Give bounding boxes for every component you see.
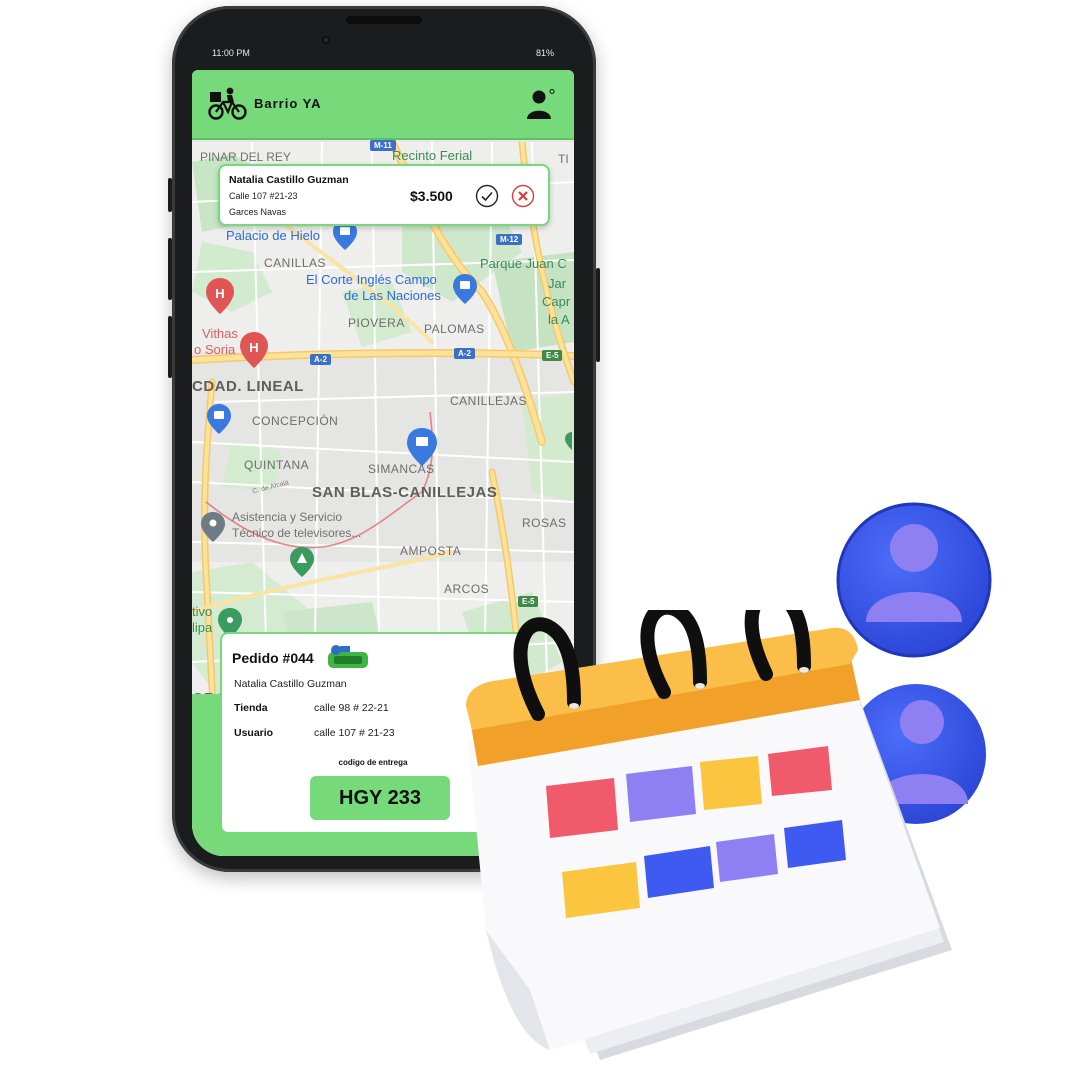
map-label-soria: o Soria	[194, 342, 236, 357]
incoming-order-card[interactable]: Natalia Castillo Guzman Calle 107 #21-23…	[218, 164, 550, 226]
map-label-tivo: tivo	[192, 604, 213, 619]
map-label-asistencia-1: Asistencia y Servicio	[232, 510, 343, 524]
map-label-arcos: ARCOS	[444, 582, 490, 596]
store-logo-icon	[328, 645, 368, 668]
user-icon[interactable]	[526, 88, 558, 122]
map-label-ciudad-lineal: CDAD. LINEAL	[192, 378, 304, 395]
map-label-canillejas: CANILLEJAS	[450, 394, 528, 408]
map-label-ti: TI	[558, 152, 569, 166]
order-store-label: Tienda	[234, 702, 268, 714]
svg-text:H: H	[215, 286, 224, 301]
route-shield-m12: M-12	[496, 234, 523, 245]
app-header: Barrio YA	[192, 70, 574, 140]
notification-neighborhood: Garces Navas	[229, 207, 287, 217]
map-label-concepcion: CONCEPCIÓN	[252, 414, 339, 428]
route-shield-e5-bottom: E-5	[518, 596, 539, 607]
route-shield-m11: M-11	[370, 140, 396, 151]
map-label-vithas: Vithas	[202, 326, 238, 341]
order-user-address: calle 107 # 21-23	[314, 727, 395, 739]
order-user-label: Usuario	[234, 727, 274, 739]
side-button-volume-down	[168, 316, 172, 378]
side-button-volume-up	[168, 238, 172, 300]
order-customer-name: Natalia Castillo Guzman	[234, 678, 347, 690]
notification-price: $3.500	[410, 188, 453, 204]
front-camera	[322, 36, 330, 44]
svg-text:H: H	[249, 340, 258, 355]
map-label-palacio: Palacio de Hielo	[226, 228, 320, 243]
map-label-recinto: Recinto Ferial	[392, 148, 473, 163]
notification-address: Calle 107 #21-23	[229, 191, 298, 201]
delivery-bike-icon[interactable]	[208, 87, 248, 121]
status-battery: 81%	[535, 48, 554, 58]
order-store-address: calle 98 # 22-21	[314, 702, 389, 714]
route-shield-e5-top: E-5	[542, 350, 563, 361]
map-label-palomas: PALOMAS	[424, 322, 485, 336]
speaker-slot	[346, 16, 422, 24]
map-label-quintana: QUINTANA	[244, 458, 310, 472]
calendar-icon	[466, 610, 952, 1060]
side-button-power	[596, 268, 600, 362]
route-shield-a2-right: A-2	[454, 348, 475, 359]
map-label-corte2: de Las Naciones	[344, 288, 441, 303]
side-button-mute	[168, 178, 172, 212]
notification-customer-name: Natalia Castillo Guzman	[229, 174, 349, 186]
map-label-corte1: El Corte Inglés Campo	[306, 272, 437, 287]
map-label-amposta: AMPOSTA	[400, 544, 462, 558]
map-label-canillas: CANILLAS	[264, 256, 327, 270]
check-icon[interactable]	[475, 184, 499, 208]
delivery-code: HGY 233	[310, 776, 450, 820]
map-label-pinar: PINAR DEL REY	[200, 150, 291, 164]
map-label-jar: Jar	[548, 276, 567, 291]
map-label-lipa: lipa	[192, 620, 213, 635]
app-brand-name: Barrio YA	[254, 96, 322, 111]
close-icon[interactable]	[511, 184, 535, 208]
map-label-piovera: PIOVERA	[348, 316, 405, 330]
map-label-asistencia-2: Técnico de televisores...	[232, 526, 362, 540]
order-title: Pedido #044	[232, 650, 314, 666]
map-label-san-blas: SAN BLAS-CANILLEJAS	[312, 484, 498, 501]
status-time: 11:00 PM	[212, 48, 250, 58]
map-label-parque: Parque Juan C	[480, 256, 567, 271]
route-shield-a2-left: A-2	[310, 354, 331, 365]
map-label-simancas: SIMANCAS	[368, 462, 435, 476]
map-label-capr: Capr	[542, 294, 571, 309]
map-label-rosas: ROSAS	[522, 516, 567, 530]
map-label-la: la A	[548, 312, 570, 327]
